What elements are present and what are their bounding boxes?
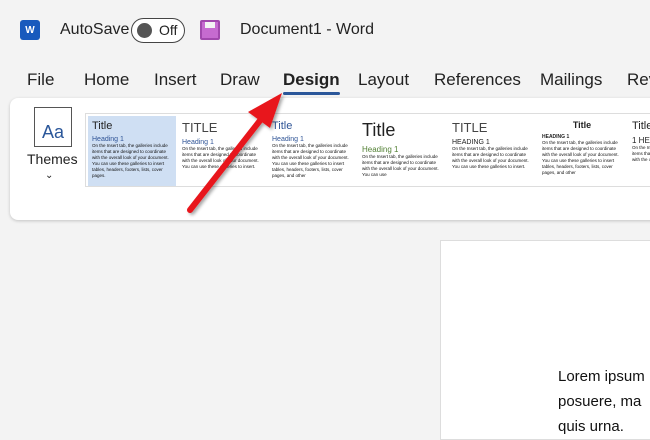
arrow-icon	[187, 93, 282, 213]
red-arrow-annotation	[187, 93, 282, 213]
